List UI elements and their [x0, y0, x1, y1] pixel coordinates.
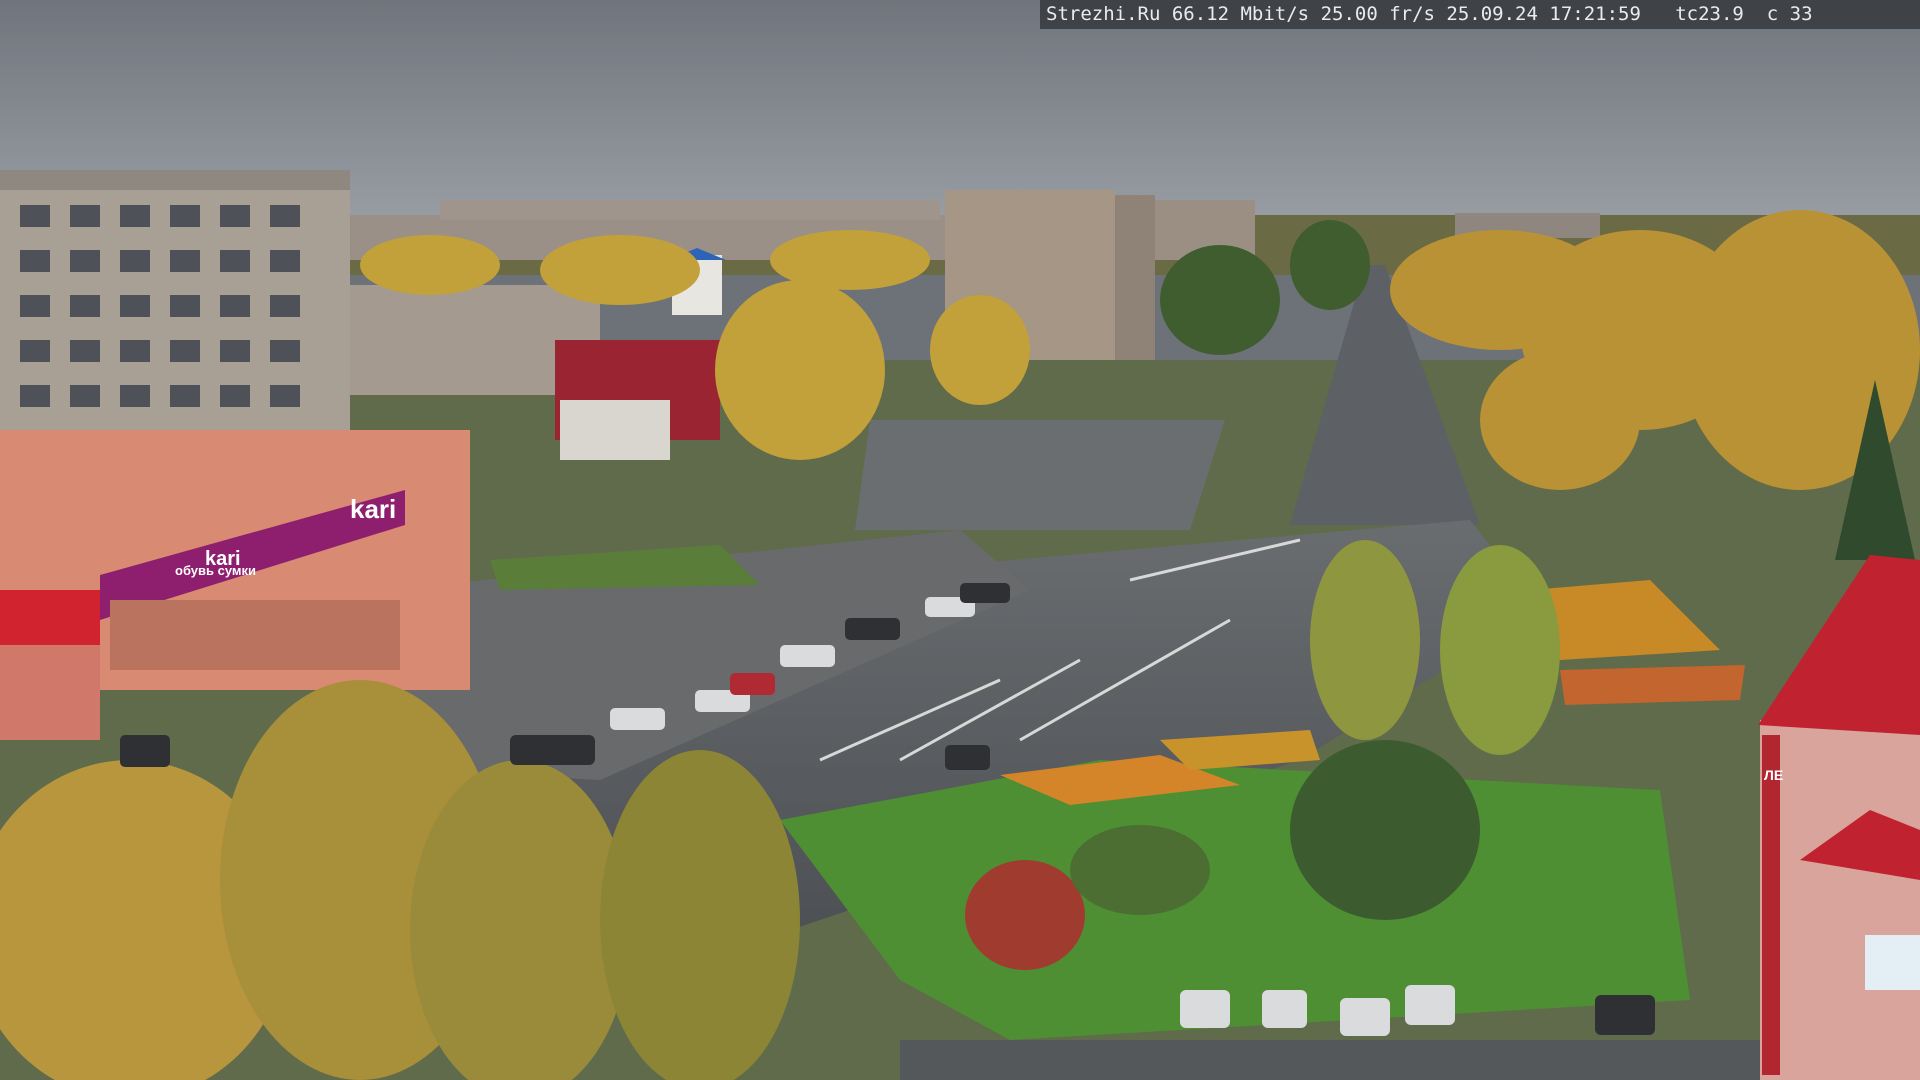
tower-sign: ЛЕ — [1764, 767, 1783, 783]
overlay-framerate: 25.00 fr/s — [1320, 3, 1435, 25]
overlay-site: Strezhi.Ru — [1046, 3, 1161, 25]
bottom-parking — [900, 1040, 1760, 1080]
overlay-temp: tc23.9 — [1675, 3, 1744, 25]
red-cars — [730, 673, 775, 695]
overlay-date: 25.09.24 — [1446, 3, 1538, 25]
white-house — [560, 400, 670, 460]
webcam-scene: kari обувь сумки kari ЛЕ — [0, 0, 1920, 1080]
camera-overlay: Strezhi.Ru 66.12 Mbit/s 25.00 fr/s 25.09… — [1040, 0, 1920, 29]
overlay-extra: c 33 — [1766, 3, 1813, 25]
store-banner-logo: kari — [205, 548, 241, 570]
store-logo: kari — [350, 494, 396, 524]
overlay-bitrate: 66.12 Mbit/s — [1171, 3, 1310, 25]
plaza — [855, 420, 1225, 530]
overlay-time: 17:21:59 — [1549, 3, 1641, 25]
flowerbed-right2 — [1560, 665, 1745, 705]
